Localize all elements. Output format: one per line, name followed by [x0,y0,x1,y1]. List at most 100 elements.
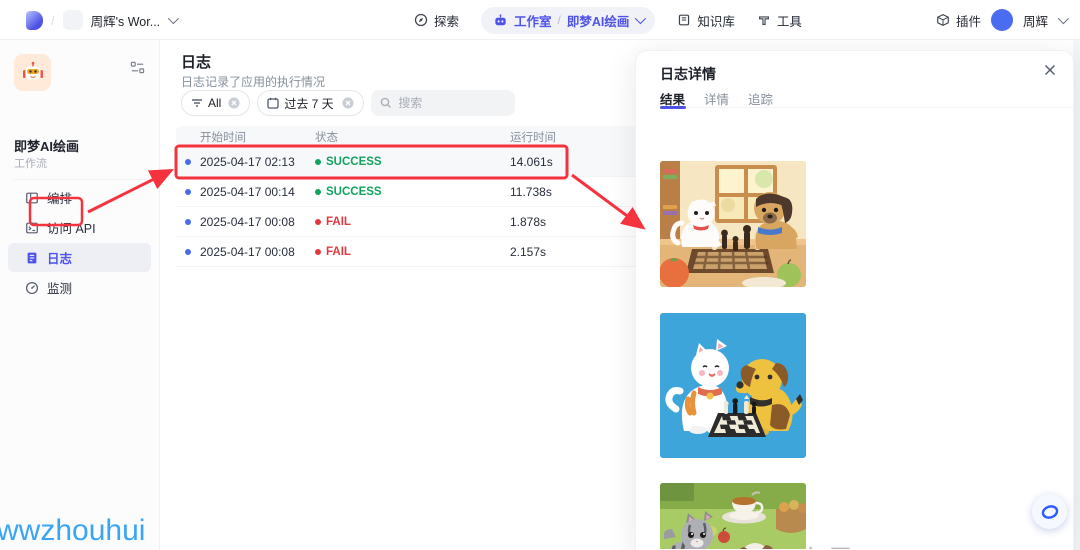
nav-right: 插件 周辉 [936,0,1070,40]
chevron-down-icon [167,12,180,25]
panel-tabbar: 结果 详情 追踪 [660,89,1073,109]
search-box[interactable] [371,90,516,116]
panel-result-body: 众号 · wwzhouhui [636,108,1073,549]
bottom-left-watermark-text: wwzhouhui [0,514,146,547]
app-settings-icon[interactable] [130,60,145,75]
sidebar-divider [13,179,146,180]
top-navbar: / 周辉's Wor... 探索 工作室 / 即梦AI绘画 知识库 工具 插件 [0,0,1080,40]
filter-bar: All 过去 7 天 [181,90,516,116]
nav-knowledge[interactable]: 知识库 [677,11,735,30]
col-header-status: 状态 [315,131,338,144]
main-nav: 探索 工作室 / 即梦AI绘画 知识库 工具 [414,0,802,40]
cell-start-time: 2025-04-17 02:13 [200,154,295,169]
status-badge: FAIL [315,216,510,228]
page-subtitle: 日志记录了应用的执行情况 [181,75,326,89]
clear-filter-icon[interactable] [228,97,240,109]
status-dot-icon [315,188,321,195]
result-image-1[interactable] [660,161,806,287]
filter-icon [192,99,202,107]
cell-start-time: 2025-04-17 00:08 [200,244,295,259]
workspace-avatar [62,10,83,30]
sidebar-item-label: 日志 [47,252,73,266]
api-icon [26,222,38,233]
clear-date-filter-icon[interactable] [342,97,354,109]
status-dot-icon [315,248,321,255]
nav-plugins-label: 插件 [955,14,981,29]
log-icon [27,252,37,263]
row-dot-icon [185,158,191,165]
status-badge: SUCCESS [315,156,510,168]
breadcrumb-separator: / [557,13,561,27]
status-filter-pill[interactable]: All [181,90,251,116]
sidebar-item-orchestrate[interactable]: 编排 [8,183,151,212]
hammer-icon [758,16,769,25]
col-header-start-time: 开始时间 [200,131,246,144]
result-image-2[interactable] [660,313,806,458]
result-image-1-art [660,161,806,287]
nav-studio-breadcrumb[interactable]: 工作室 / 即梦AI绘画 [481,6,656,34]
log-detail-panel: 日志详情 结果 详情 追踪 众号 · wwzhouhui [635,50,1074,550]
chevron-down-icon [635,12,647,25]
tab-result[interactable]: 结果 [660,89,687,109]
book-icon [679,14,690,26]
nav-explore[interactable]: 探索 [414,11,459,30]
panel-title: 日志详情 [660,66,716,82]
date-filter-label: 过去 7 天 [284,96,334,111]
calendar-icon [267,97,279,109]
status-badge: FAIL [315,246,510,258]
result-image-3[interactable] [660,483,806,549]
nav-tools[interactable]: 工具 [757,11,802,30]
user-name[interactable]: 周辉 [1023,11,1048,30]
row-dot-icon [185,188,191,195]
compass-icon [414,13,428,27]
search-input[interactable] [398,96,499,110]
status-badge: SUCCESS [315,186,510,198]
workspace-name[interactable]: 周辉's Wor... [91,11,161,30]
nav-explore-label: 探索 [434,14,460,29]
row-dot-icon [185,218,191,225]
search-icon [381,97,392,108]
breadcrumb-separator: / [51,12,55,28]
app-avatar [14,54,51,91]
page-backdrop [1073,40,1080,550]
status-filter-label: All [208,96,222,110]
nav-studio-label[interactable]: 工作室 [514,11,552,30]
app-type-label: 工作流 [14,158,47,170]
nav-plugins[interactable]: 插件 [936,11,981,30]
result-image-3-art [660,483,806,549]
monitor-icon [25,281,39,294]
user-avatar[interactable] [990,9,1013,31]
panel-watermark-text: 众号 · wwzhouhui [796,538,1037,549]
date-filter-pill[interactable]: 过去 7 天 [257,90,365,116]
assistant-float-button[interactable] [1032,494,1067,529]
robot-avatar-icon [22,61,43,79]
sidebar: 即梦AI绘画 工作流 编排 访问 API 日志 监测 [0,40,160,550]
cell-start-time: 2025-04-17 00:08 [200,214,295,229]
sidebar-item-label: 监测 [47,282,73,296]
tab-detail[interactable]: 详情 [704,89,729,107]
close-icon[interactable] [1044,64,1056,76]
nav-current-app-label[interactable]: 即梦AI绘画 [567,11,630,30]
nav-knowledge-label: 知识库 [697,14,735,29]
plugin-box-icon [937,13,949,27]
status-dot-icon [315,158,321,165]
result-image-2-art [660,313,806,458]
workspace-switcher[interactable]: / 周辉's Wor... [26,0,180,40]
sidebar-menu: 编排 访问 API 日志 监测 [8,183,151,303]
sidebar-item-logs[interactable]: 日志 [8,243,151,272]
robot-icon [495,13,506,25]
chevron-down-icon [1057,12,1070,25]
sidebar-item-label: 编排 [47,192,73,206]
sidebar-item-label: 访问 API [47,222,96,236]
status-dot-icon [315,218,321,225]
row-dot-icon [185,248,191,255]
nav-tools-label: 工具 [776,14,802,29]
orchestrate-icon [26,192,38,203]
sidebar-item-monitor[interactable]: 监测 [8,273,151,302]
coze-logo-icon[interactable] [26,10,43,30]
tab-trace[interactable]: 追踪 [748,89,773,107]
sidebar-item-api[interactable]: 访问 API [8,213,151,242]
page-title: 日志 [181,54,212,71]
app-name: 即梦AI绘画 [14,139,80,154]
cell-start-time: 2025-04-17 00:14 [200,184,295,199]
